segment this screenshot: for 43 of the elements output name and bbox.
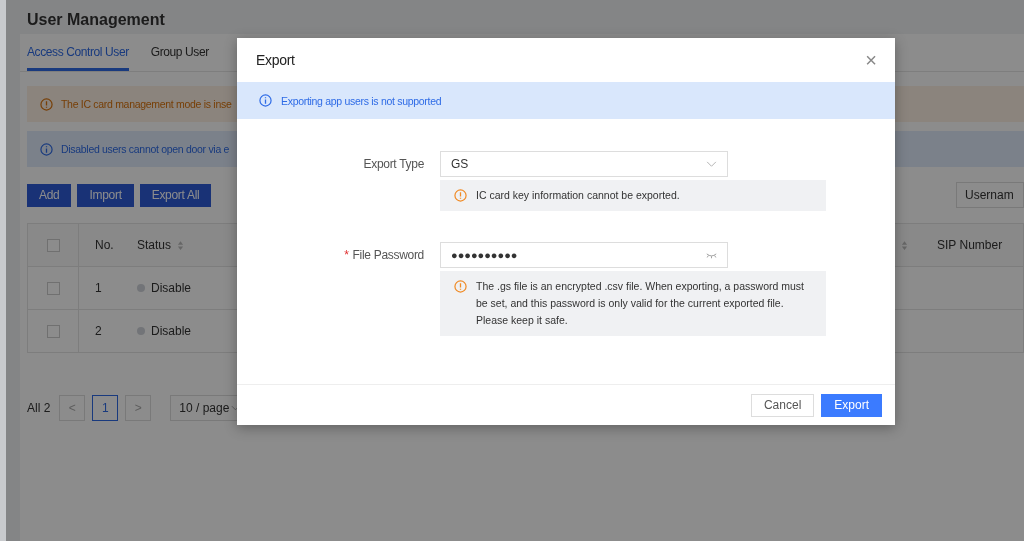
cancel-button[interactable]: Cancel: [750, 393, 815, 417]
export-button[interactable]: Export: [821, 393, 882, 417]
total-count: All 2: [27, 401, 51, 415]
alert-text: The IC card management mode is inse: [61, 98, 232, 110]
tab[interactable]: Access Control User: [27, 34, 129, 71]
select-all-checkbox[interactable]: [46, 238, 60, 252]
next-page-button[interactable]: >: [125, 395, 152, 421]
notice-text: Exporting app users is not supported: [281, 94, 442, 107]
warning-icon: [454, 280, 467, 293]
table-cell: Disable: [151, 281, 192, 295]
field-label: Export Type: [363, 157, 424, 171]
row-checkbox[interactable]: [46, 324, 60, 338]
column-header: SIP Number: [937, 238, 1003, 252]
chevron-down-icon: [706, 160, 717, 168]
table-cell: 1: [95, 281, 102, 295]
status-dot: [137, 284, 145, 292]
closed-eye-icon[interactable]: [706, 251, 717, 259]
field-label: File Password: [352, 248, 424, 262]
sort-icon[interactable]: [177, 239, 185, 251]
column-header: Status: [137, 238, 172, 252]
status-dot: [137, 327, 145, 335]
password-field[interactable]: ●●●●●●●●●●: [440, 242, 728, 268]
action-button[interactable]: Add: [27, 183, 72, 207]
page-title: User Management: [26, 10, 166, 30]
table-cell: Disable: [151, 324, 192, 338]
required-mark: *: [344, 248, 349, 262]
table-cell: 2: [95, 324, 102, 338]
alert-text: Disabled users cannot open door via e: [61, 143, 230, 155]
hint-text: The .gs file is an encrypted .csv file. When exporting, a password must be set, and this password is only valid for the current exported file. Please keep it safe.: [476, 279, 805, 328]
action-button[interactable]: Import: [77, 183, 134, 207]
sort-icon[interactable]: [901, 239, 908, 251]
warning-icon: [454, 189, 467, 202]
search-type-select[interactable]: Usernam: [956, 182, 1024, 208]
close-button[interactable]: ×: [865, 50, 877, 70]
export-type-select[interactable]: GS: [440, 151, 728, 177]
row-checkbox[interactable]: [46, 281, 60, 295]
hint-text: IC card key information cannot be exported.: [476, 188, 680, 203]
previous-page-button[interactable]: <: [59, 395, 86, 421]
page-button[interactable]: 1: [92, 395, 119, 421]
dialog-title: Export: [256, 52, 295, 68]
action-button[interactable]: Export All: [139, 183, 212, 207]
column-header: No.: [95, 238, 114, 252]
tab[interactable]: Group User: [150, 34, 209, 71]
